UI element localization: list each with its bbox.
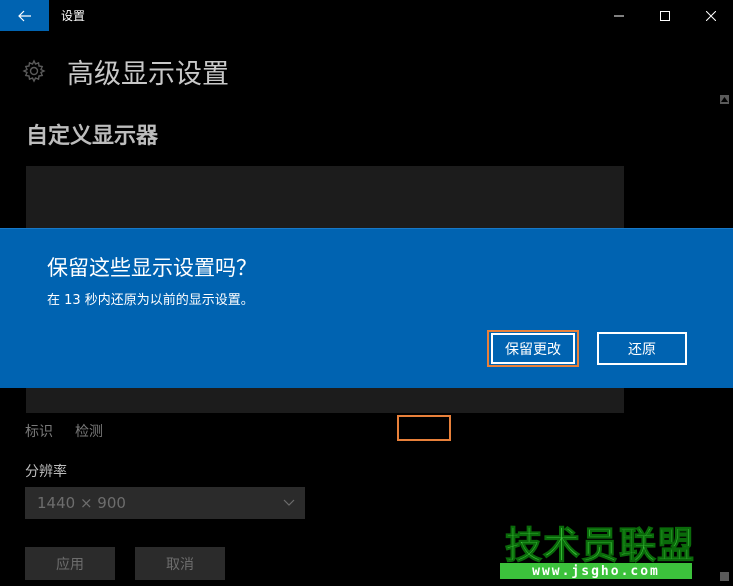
keep-changes-button[interactable]: 保留更改 — [491, 333, 575, 364]
scroll-down-arrow[interactable] — [720, 572, 729, 581]
resolution-value: 1440 × 900 — [37, 494, 126, 512]
maximize-icon — [660, 10, 670, 21]
dialog-title: 保留这些显示设置吗？ — [47, 256, 257, 280]
close-button[interactable] — [688, 0, 733, 31]
close-icon — [706, 10, 716, 21]
keep-settings-dialog: 保留这些显示设置吗？ 在 13 秒内还原为以前的显示设置。 保留更改 还原 — [0, 228, 733, 388]
app-title: 设置 — [61, 9, 86, 23]
section-title: 自定义显示器 — [26, 124, 159, 149]
revert-button[interactable]: 还原 — [597, 332, 687, 365]
dialog-message: 在 13 秒内还原为以前的显示设置。 — [47, 293, 254, 308]
cancel-button[interactable]: 取消 — [135, 547, 225, 580]
resolution-select[interactable]: 1440 × 900 — [25, 487, 305, 519]
back-button[interactable] — [0, 0, 49, 31]
resolution-label: 分辨率 — [25, 464, 67, 480]
minimize-button[interactable] — [596, 0, 642, 31]
highlight-box — [397, 415, 451, 441]
title-bar: 设置 — [0, 0, 733, 31]
back-arrow-icon — [17, 10, 31, 21]
minimize-icon — [614, 15, 624, 16]
page-title: 高级显示设置 — [67, 59, 229, 90]
detect-link[interactable]: 检测 — [75, 421, 103, 441]
chevron-down-icon — [283, 499, 295, 506]
watermark-logo: 技术员联盟 — [505, 524, 695, 568]
watermark-url: www.jsgho.com — [500, 563, 692, 579]
maximize-button[interactable] — [642, 0, 688, 31]
identify-link[interactable]: 标识 — [25, 421, 53, 441]
gear-icon — [22, 59, 46, 83]
scroll-up-arrow[interactable] — [720, 95, 729, 104]
apply-button[interactable]: 应用 — [25, 547, 115, 580]
